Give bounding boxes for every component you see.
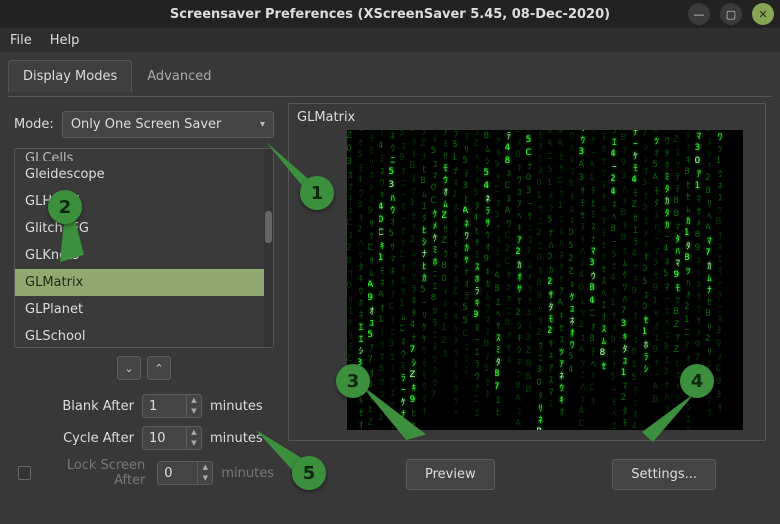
scrollbar[interactable] <box>264 149 273 347</box>
lock-after-label: Lock Screen After <box>39 458 145 488</box>
cycle-after-value: 10 <box>143 431 186 446</box>
screensaver-list[interactable]: GLCells Gleidescope GLHanoi GlitchPEG GL… <box>14 148 274 348</box>
scrollbar-thumb[interactable] <box>265 211 272 243</box>
chevron-up-icon[interactable]: ▲ <box>187 395 201 406</box>
chevron-up-icon: ⌃ <box>154 362 163 375</box>
tab-advanced[interactable]: Advanced <box>132 60 226 92</box>
maximize-button[interactable]: ▢ <box>720 3 742 25</box>
annotation-bubble-2: 2 <box>48 190 82 224</box>
list-item[interactable]: GLSchool <box>15 323 264 347</box>
chevron-down-icon: ▾ <box>260 119 265 130</box>
chevron-down-icon[interactable]: ▼ <box>198 473 212 484</box>
preview-title: GLMatrix <box>297 110 759 125</box>
minimize-button[interactable]: — <box>688 3 710 25</box>
annotation-bubble-4: 4 <box>680 364 714 398</box>
list-item[interactable]: GLCells <box>15 149 264 161</box>
mode-select[interactable]: Only One Screen Saver ▾ <box>62 111 274 138</box>
settings-button[interactable]: Settings... <box>612 459 716 490</box>
list-item-selected[interactable]: GLMatrix <box>15 269 264 296</box>
list-down-button[interactable]: ⌄ <box>117 356 141 380</box>
menu-help[interactable]: Help <box>50 33 80 48</box>
annotation-bubble-1: 1 <box>300 176 334 210</box>
list-item[interactable]: GLKnots <box>15 242 264 269</box>
annotation-bubble-5: 5 <box>292 456 326 490</box>
chevron-up-icon[interactable]: ▲ <box>187 427 201 438</box>
lock-screen-checkbox[interactable] <box>18 466 31 480</box>
tab-display-modes[interactable]: Display Modes <box>8 60 132 92</box>
blank-after-value: 1 <box>143 399 186 414</box>
chevron-down-icon[interactable]: ▼ <box>187 438 201 449</box>
list-item[interactable]: GLPlanet <box>15 296 264 323</box>
list-item[interactable]: Gleidescope <box>15 161 264 188</box>
blank-after-unit: minutes <box>210 399 263 414</box>
blank-after-label: Blank After <box>14 399 134 414</box>
close-button[interactable]: ✕ <box>752 3 774 25</box>
window-title: Screensaver Preferences (XScreenSaver 5.… <box>0 7 780 22</box>
annotation-bubble-3: 3 <box>336 364 370 398</box>
mode-label: Mode: <box>14 117 54 132</box>
chevron-down-icon: ⌄ <box>124 362 133 375</box>
lock-after-value: 0 <box>158 466 197 481</box>
lock-after-spinner[interactable]: 0 ▲▼ <box>157 461 213 485</box>
tab-bar: Display Modes Advanced <box>0 52 780 92</box>
preview-button[interactable]: Preview <box>406 459 495 490</box>
chevron-up-icon[interactable]: ▲ <box>198 462 212 473</box>
cycle-after-unit: minutes <box>210 431 263 446</box>
menu-file[interactable]: File <box>10 33 32 48</box>
chevron-down-icon[interactable]: ▼ <box>187 406 201 417</box>
blank-after-spinner[interactable]: 1 ▲▼ <box>142 394 202 418</box>
window-titlebar: Screensaver Preferences (XScreenSaver 5.… <box>0 0 780 28</box>
menubar: File Help <box>0 28 780 52</box>
mode-select-value: Only One Screen Saver <box>71 117 222 132</box>
list-up-button[interactable]: ⌃ <box>147 356 171 380</box>
cycle-after-spinner[interactable]: 10 ▲▼ <box>142 426 202 450</box>
lock-after-unit: minutes <box>221 466 274 481</box>
cycle-after-label: Cycle After <box>14 431 134 446</box>
